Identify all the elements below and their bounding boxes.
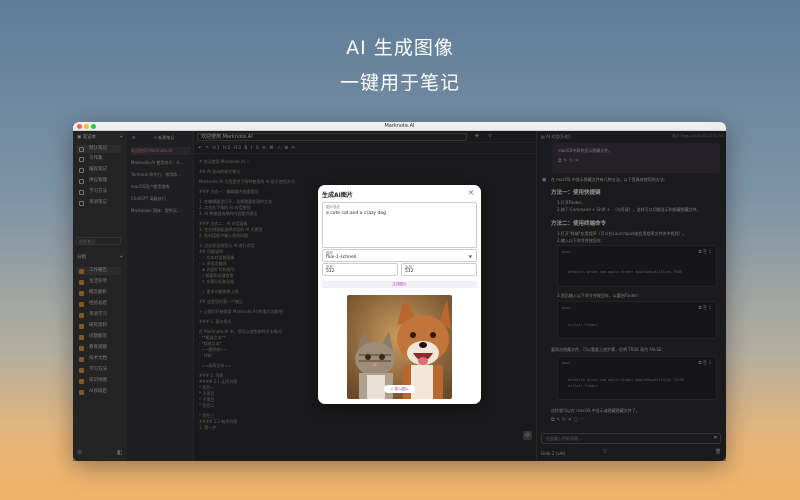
prompt-input[interactable]: 图片描述 a cute cat and a crazy dog: [322, 202, 477, 248]
generate-image-dialog: 生成AI图片 ✕ 图片描述 a cute cat and a crazy dog…: [318, 185, 481, 404]
width-value: 512: [326, 269, 335, 274]
prompt-value: a cute cat and a crazy dog: [326, 211, 386, 216]
model-select[interactable]: 模型 flux-1-schnell ▼: [322, 249, 477, 262]
hero-subtitle: 一键用于笔记: [339, 72, 460, 94]
insert-image-button[interactable]: + 插入图片: [384, 385, 415, 393]
width-input[interactable]: 宽度 512: [322, 263, 398, 276]
chevron-down-icon: ▼: [468, 254, 472, 259]
generated-image: + 插入图片: [347, 295, 452, 399]
close-icon[interactable]: ✕: [468, 189, 474, 197]
generate-button[interactable]: 生成图片: [322, 281, 477, 288]
height-value: 512: [405, 269, 414, 274]
title-bar: Marknote.AI: [73, 122, 726, 131]
cat-dog-illustration: [347, 295, 452, 399]
hero-title: AI 生成图像: [346, 37, 454, 59]
dialog-title: 生成AI图片: [322, 192, 353, 199]
prompt-label: 图片描述: [326, 205, 340, 209]
model-value: flux-1-schnell: [326, 255, 357, 260]
window-title: Marknote.AI: [384, 123, 415, 129]
height-input[interactable]: 高度 512: [401, 263, 477, 276]
